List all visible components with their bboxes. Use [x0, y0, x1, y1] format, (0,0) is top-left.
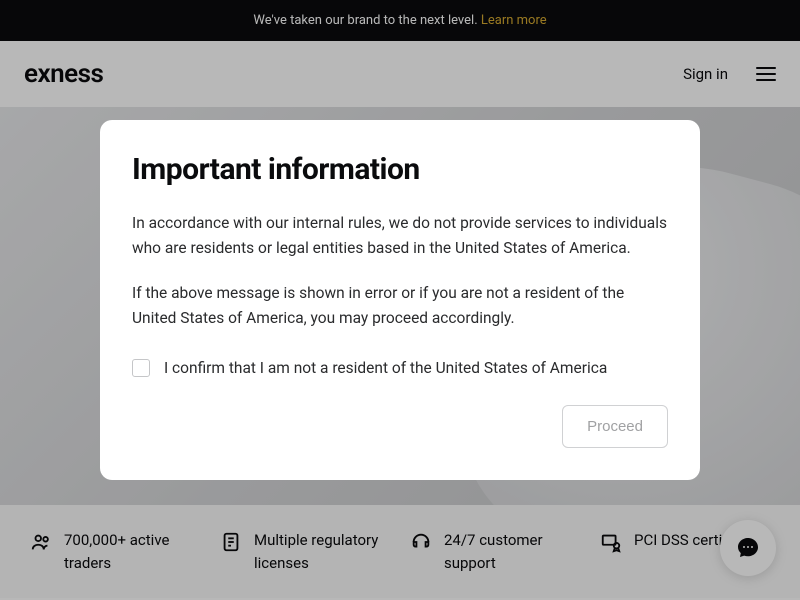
modal-title: Important information: [132, 152, 668, 187]
modal-paragraph-2: If the above message is shown in error o…: [132, 281, 668, 331]
important-info-modal: Important information In accordance with…: [100, 120, 700, 479]
proceed-button[interactable]: Proceed: [562, 405, 668, 448]
confirm-checkbox[interactable]: [132, 359, 150, 377]
modal-overlay[interactable]: Important information In accordance with…: [0, 0, 800, 600]
modal-footer: Proceed: [132, 405, 668, 448]
confirm-checkbox-label[interactable]: I confirm that I am not a resident of th…: [164, 359, 607, 377]
confirm-checkbox-row: I confirm that I am not a resident of th…: [132, 359, 668, 377]
modal-paragraph-1: In accordance with our internal rules, w…: [132, 211, 668, 261]
